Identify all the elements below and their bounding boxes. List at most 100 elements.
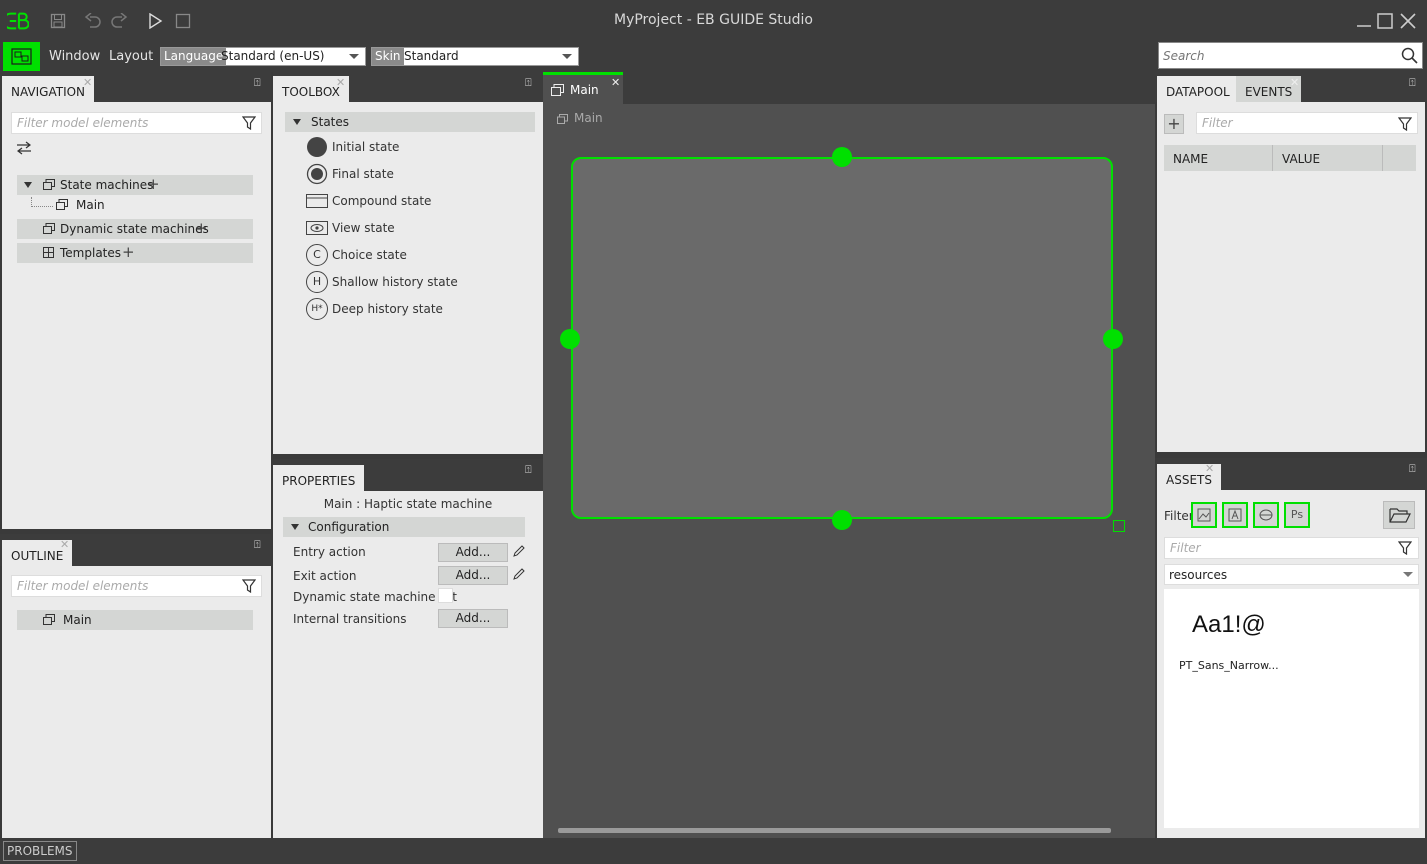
filter-icon[interactable]	[241, 116, 257, 133]
resize-handle-left[interactable]	[560, 329, 580, 349]
tool-deep-history-state[interactable]: H* Deep history state	[306, 298, 506, 320]
close-window-icon[interactable]	[1397, 10, 1419, 32]
state-machine-icon	[43, 614, 55, 628]
state-machine-frame[interactable]	[571, 157, 1113, 519]
pin-icon[interactable]: ⍐	[1409, 462, 1416, 476]
sync-icon[interactable]	[16, 141, 32, 158]
add-icon[interactable]: +	[122, 243, 135, 261]
horizontal-scrollbar[interactable]	[558, 828, 1111, 833]
menu-window[interactable]: Window	[49, 49, 100, 64]
maximize-icon[interactable]	[1374, 10, 1396, 32]
tree-item-main[interactable]: Main	[76, 198, 105, 212]
search-input[interactable]	[1163, 47, 1393, 64]
outline-item-main[interactable]: Main	[17, 610, 253, 630]
pencil-icon[interactable]	[513, 545, 525, 560]
add-icon[interactable]: +	[195, 219, 208, 237]
pencil-icon[interactable]	[513, 568, 525, 583]
pin-icon[interactable]: ⍐	[525, 76, 532, 90]
filter-icon[interactable]	[241, 579, 257, 596]
state-machine-icon	[557, 113, 568, 127]
properties-header: PROPERTIES ⍐	[273, 459, 543, 491]
editor-header: Main ✕	[543, 72, 1155, 104]
search-icon[interactable]	[1401, 47, 1418, 67]
menu-layout[interactable]: Layout	[109, 49, 153, 64]
tab-main-label: Main	[570, 83, 599, 97]
close-icon[interactable]: ✕	[611, 76, 620, 89]
pin-icon[interactable]: ⍐	[254, 538, 261, 552]
assets-folder-select[interactable]: resources	[1164, 564, 1419, 585]
tab-assets-label: ASSETS	[1166, 473, 1212, 487]
template-icon	[43, 247, 54, 261]
resize-handle-top[interactable]	[832, 147, 852, 167]
outline-filter-input[interactable]: Filter model elements	[11, 575, 262, 597]
title-bar: MyProject - EB GUIDE Studio	[0, 0, 1427, 42]
internal-transitions-add-button[interactable]: Add...	[438, 609, 508, 628]
tool-label: Initial state	[332, 140, 400, 154]
tab-main[interactable]: Main ✕	[543, 72, 623, 104]
psd-filter-icon[interactable]: Ps	[1284, 502, 1310, 528]
close-icon[interactable]: ✕	[336, 76, 345, 89]
search-box[interactable]	[1158, 42, 1423, 69]
datapool-panel: + Filter NAME VALUE	[1157, 102, 1425, 452]
pin-icon[interactable]: ⍐	[254, 76, 261, 90]
resize-handle-bottom[interactable]	[832, 510, 852, 530]
expand-arrow-icon[interactable]	[291, 524, 299, 530]
tab-datapool[interactable]: DATAPOOL	[1157, 76, 1239, 102]
datapool-filter-input[interactable]: Filter	[1196, 112, 1418, 134]
state-machine-editor-button[interactable]	[3, 42, 40, 71]
assets-filter-input[interactable]: Filter	[1164, 537, 1419, 559]
tree-item-templates[interactable]: Templates +	[17, 243, 253, 263]
font-filter-icon[interactable]	[1222, 502, 1248, 528]
language-select[interactable]: Language Standard (en-US)	[160, 47, 366, 66]
entry-action-add-button[interactable]: Add...	[438, 543, 508, 562]
tool-initial-state[interactable]: Initial state	[306, 136, 506, 158]
close-icon[interactable]: ✕	[83, 76, 92, 89]
pin-icon[interactable]: ⍐	[1409, 76, 1416, 90]
tree-item-state-machines[interactable]: State machines +	[17, 175, 253, 195]
filter-icon[interactable]	[1397, 117, 1413, 134]
datapool-filter-placeholder: Filter	[1202, 116, 1233, 130]
expand-arrow-icon[interactable]	[293, 119, 301, 125]
state-machine-icon	[43, 179, 55, 193]
pin-icon[interactable]: ⍐	[525, 463, 532, 477]
folder-value: resources	[1169, 568, 1228, 582]
expand-arrow-icon[interactable]	[24, 182, 32, 188]
open-folder-button[interactable]	[1383, 501, 1415, 529]
editor-canvas[interactable]: Main	[543, 104, 1155, 838]
properties-group-configuration[interactable]: Configuration	[283, 517, 525, 537]
close-icon[interactable]: ✕	[1290, 76, 1299, 89]
asset-grid: Aa1!@ PT_Sans_Narrow...	[1164, 589, 1419, 828]
add-icon[interactable]: +	[147, 175, 160, 193]
tree-item-dynamic-state-machines[interactable]: Dynamic state machines +	[17, 219, 253, 239]
tab-properties[interactable]: PROPERTIES	[273, 465, 365, 491]
problems-button[interactable]: PROBLEMS	[3, 841, 77, 861]
navigation-filter-placeholder: Filter model elements	[17, 116, 149, 130]
dynamic-state-machine-list-checkbox[interactable]	[438, 588, 453, 603]
properties-subtitle: Main : Haptic state machine	[323, 497, 493, 511]
column-name[interactable]: NAME	[1173, 152, 1208, 166]
asset-item-font[interactable]: Aa1!@ PT_Sans_Narrow...	[1172, 597, 1279, 677]
tool-shallow-history-state[interactable]: H Shallow history state	[306, 271, 506, 293]
navigation-filter-input[interactable]: Filter model elements	[11, 112, 262, 134]
resize-handle-right[interactable]	[1103, 329, 1123, 349]
minimize-icon[interactable]	[1353, 10, 1375, 32]
close-icon[interactable]: ✕	[60, 538, 69, 551]
add-icon[interactable]: +	[1164, 114, 1184, 134]
skin-select[interactable]: Skin Standard	[371, 47, 579, 66]
filter-icon[interactable]	[1397, 541, 1413, 558]
toolbox-group-states[interactable]: States	[285, 112, 535, 132]
tree-label: Dynamic state machines	[60, 222, 209, 236]
breadcrumb[interactable]: Main	[574, 111, 603, 125]
tool-choice-state[interactable]: C Choice state	[306, 244, 506, 266]
resize-corner-handle[interactable]	[1113, 520, 1125, 532]
image-filter-icon[interactable]	[1191, 502, 1217, 528]
column-divider	[1272, 145, 1273, 171]
column-value[interactable]: VALUE	[1282, 152, 1320, 166]
tab-navigation[interactable]: NAVIGATION	[2, 76, 95, 102]
exit-action-add-button[interactable]: Add...	[438, 566, 508, 585]
tool-compound-state[interactable]: Compound state	[306, 190, 506, 212]
close-icon[interactable]: ✕	[1205, 462, 1214, 475]
tool-final-state[interactable]: Final state	[306, 163, 506, 185]
tool-view-state[interactable]: View state	[306, 217, 506, 239]
mesh-filter-icon[interactable]	[1253, 502, 1279, 528]
